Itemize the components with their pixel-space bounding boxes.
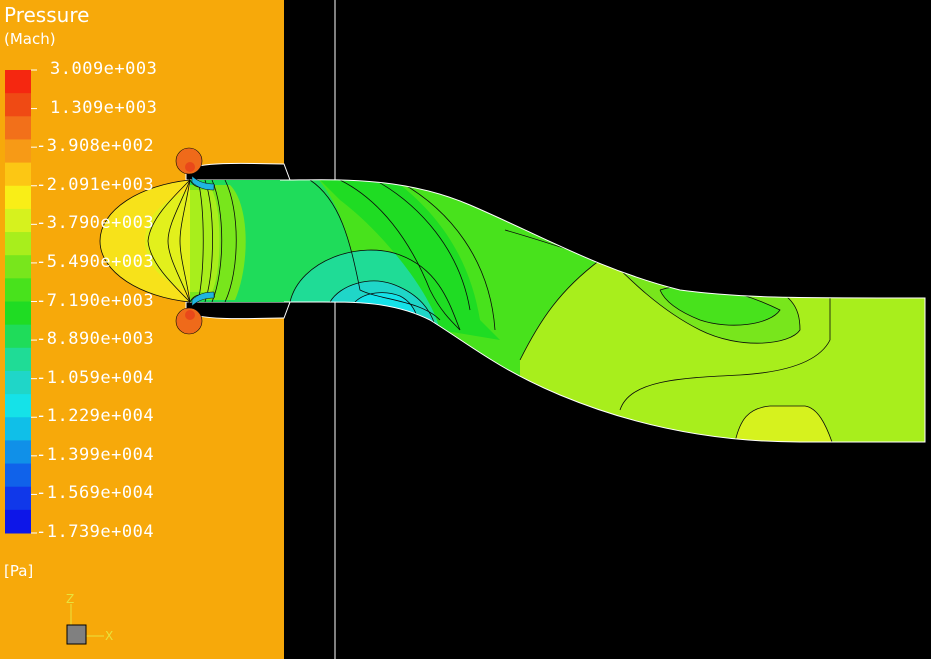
legend-swatch [5,301,31,326]
lip-spot-upper-core [185,162,195,172]
axis-z-label: Z [66,592,75,606]
legend-unit: [Pa] [4,562,34,580]
legend-swatch [5,509,31,534]
legend-tick-label: -1.059e+004 [36,367,155,388]
legend-swatch [5,394,31,418]
legend-swatch [5,185,31,210]
legend-title: Pressure [4,3,90,27]
inlet-lower-lip [185,301,291,320]
legend-tick-label: -1.399e+004 [36,444,155,465]
legend-swatch [5,116,31,140]
legend-swatch [5,70,31,94]
legend-swatch [5,139,31,164]
legend-tick-label: 3.009e+003 [50,59,158,79]
legend-swatch [5,255,31,279]
legend-tick-label: -3.790e+003 [36,213,155,234]
legend-subtitle: (Mach) [4,30,56,48]
legend-tick-label: -7.190e+003 [36,290,155,311]
lip-spot-lower-core [185,310,195,320]
legend-swatch [5,440,31,465]
axis-x-label: X [105,629,114,643]
legend-tick-label: -8.890e+003 [36,329,155,350]
legend-tick-label: -3.908e+002 [36,136,155,157]
legend-swatch [5,417,31,441]
legend-swatch [5,162,31,187]
legend-color-bar [5,70,31,534]
legend-swatch [5,278,31,302]
legend-swatch [5,370,31,395]
legend-swatch [5,232,31,256]
duct-flow-domain [190,179,925,442]
legend-swatch [5,463,31,488]
legend-swatch [5,324,31,349]
legend-swatch [5,347,31,372]
legend-tick-label: -1.739e+004 [36,522,155,542]
legend-tick-label: -1.569e+004 [36,483,155,504]
legend-tick-label: -5.490e+003 [36,251,155,272]
legend-swatch [5,486,31,511]
legend-tick-label: 1.309e+003 [50,97,158,118]
inlet-upper-lip [185,162,291,181]
legend-tick-label: -2.091e+003 [36,174,155,195]
legend-swatch [5,93,31,117]
legend-swatch [5,208,31,233]
legend-tick-label: -1.229e+004 [36,406,155,427]
